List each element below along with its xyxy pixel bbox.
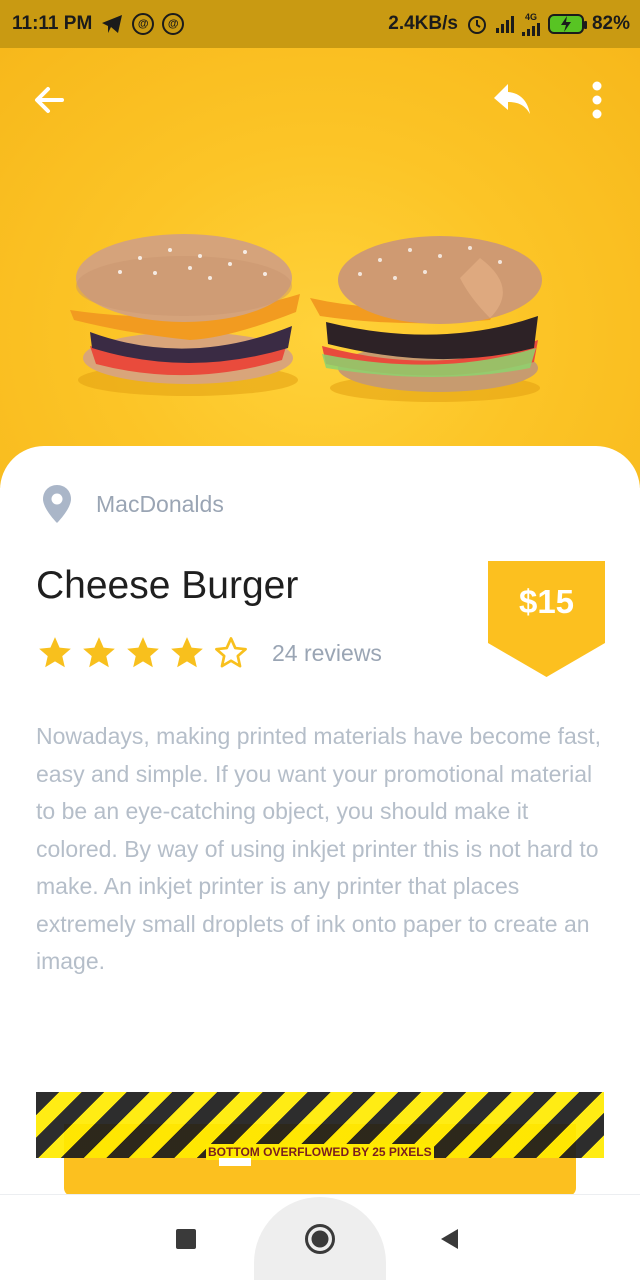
signal-icon — [521, 22, 540, 36]
overflow-chip — [219, 1158, 251, 1166]
more-vert-icon — [592, 81, 602, 119]
star-filled-icon — [171, 637, 203, 668]
system-nav-bar — [0, 1194, 640, 1280]
price-tag: $15 — [488, 561, 605, 677]
restaurant-name: MacDonalds — [96, 490, 224, 517]
battery-percent: 82% — [591, 13, 630, 34]
hero-image — [0, 48, 640, 488]
back-triangle-icon[interactable] — [438, 1227, 462, 1251]
share-icon — [494, 84, 530, 114]
star-filled-icon — [127, 637, 159, 668]
rating-row: 24 reviews — [36, 634, 382, 672]
alarm-icon — [466, 13, 488, 35]
status-time: 11:11 PM — [12, 13, 93, 34]
network-speed: 2.4KB/s — [388, 13, 458, 34]
battery-charging-icon — [547, 14, 587, 34]
sync-icon: @ — [162, 13, 185, 35]
share-button[interactable] — [490, 78, 534, 122]
star-filled-icon — [83, 637, 115, 668]
signal-icon — [495, 15, 514, 33]
back-button[interactable] — [30, 80, 70, 120]
star-outline-icon — [215, 637, 247, 668]
star-filled-icon — [39, 637, 71, 668]
network-type: 4G — [524, 11, 537, 22]
location-row: MacDonalds — [42, 484, 224, 524]
home-circle-icon[interactable] — [304, 1223, 336, 1255]
status-bar: 11:11 PM @ @ 2.4KB/s 4G 82% — [0, 0, 640, 48]
recents-square-icon[interactable] — [176, 1229, 196, 1249]
sync-icon: @ — [132, 13, 155, 35]
star-rating — [36, 634, 250, 672]
product-description: Nowadays, making printed materials have … — [36, 723, 602, 974]
location-pin-icon — [43, 485, 71, 523]
product-title: Cheese Burger — [36, 564, 299, 607]
price-label: $15 — [518, 583, 575, 620]
review-count: 24 reviews — [272, 639, 382, 666]
more-button[interactable] — [582, 76, 612, 124]
burger-photo — [70, 234, 542, 402]
back-arrow-icon — [35, 87, 64, 113]
app-bar — [0, 72, 640, 132]
telegram-icon — [100, 13, 124, 35]
